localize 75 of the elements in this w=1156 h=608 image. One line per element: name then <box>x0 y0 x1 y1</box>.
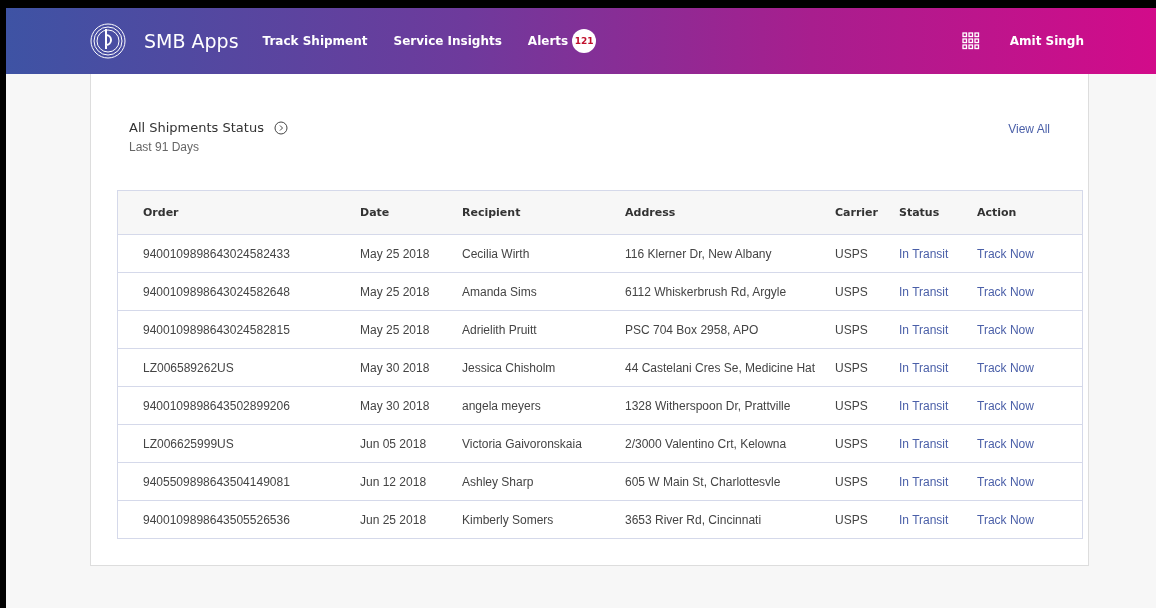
apps-grid-icon[interactable] <box>961 32 980 50</box>
table-cell: USPS <box>835 462 899 501</box>
column-header: Status <box>899 190 977 235</box>
table-cell: LZ006625999US <box>117 424 360 463</box>
table-cell: USPS <box>835 424 899 463</box>
table-cell: 9400109898643505526536 <box>117 500 360 539</box>
table-cell: LZ006589262US <box>117 348 360 387</box>
panel-title: All Shipments Status <box>129 120 264 135</box>
table-cell: Amanda Sims <box>462 272 625 311</box>
table-cell: Kimberly Somers <box>462 500 625 539</box>
status-cell: In Transit <box>899 310 977 349</box>
track-now-link[interactable]: Track Now <box>977 500 1083 539</box>
table-cell: USPS <box>835 348 899 387</box>
column-header: Recipient <box>462 190 625 235</box>
track-now-link[interactable]: Track Now <box>977 272 1083 311</box>
table-cell: angela meyers <box>462 386 625 425</box>
chevron-circle-icon[interactable] <box>273 120 288 135</box>
table-cell: USPS <box>835 386 899 425</box>
status-cell: In Transit <box>899 424 977 463</box>
track-now-link[interactable]: Track Now <box>977 386 1083 425</box>
table-cell: USPS <box>835 500 899 539</box>
track-now-link[interactable]: Track Now <box>977 462 1083 501</box>
table-cell: 6112 Whiskerbrush Rd, Argyle <box>625 272 835 311</box>
status-cell: In Transit <box>899 348 977 387</box>
view-all-link[interactable]: View All <box>1008 122 1050 190</box>
nav-link[interactable]: Alerts 121 <box>527 29 597 53</box>
table-cell: Jun 12 2018 <box>360 462 462 501</box>
table-cell: Jun 05 2018 <box>360 424 462 463</box>
track-now-link[interactable]: Track Now <box>977 234 1083 273</box>
table-cell: 2/3000 Valentino Crt, Kelowna <box>625 424 835 463</box>
table-cell: 3653 River Rd, Cincinnati <box>625 500 835 539</box>
table-cell: 9400109898643024582815 <box>117 310 360 349</box>
user-name[interactable]: Amit Singh <box>1009 34 1084 48</box>
column-header: Address <box>625 190 835 235</box>
table-cell: Cecilia Wirth <box>462 234 625 273</box>
table-cell: 44 Castelani Cres Se, Medicine Hat <box>625 348 835 387</box>
table-cell: Adrielith Pruitt <box>462 310 625 349</box>
table-cell: 9400109898643024582433 <box>117 234 360 273</box>
table-cell: May 30 2018 <box>360 386 462 425</box>
table-cell: Ashley Sharp <box>462 462 625 501</box>
table-cell: Jessica Chisholm <box>462 348 625 387</box>
table-cell: May 25 2018 <box>360 234 462 273</box>
status-cell: In Transit <box>899 500 977 539</box>
table-cell: USPS <box>835 272 899 311</box>
table-cell: 9400109898643024582648 <box>117 272 360 311</box>
track-now-link[interactable]: Track Now <box>977 424 1083 463</box>
column-header: Date <box>360 190 462 235</box>
nav-link[interactable]: Service Insights <box>393 34 502 48</box>
logo-icon <box>90 23 126 59</box>
table-cell: May 25 2018 <box>360 310 462 349</box>
column-header: Action <box>977 190 1083 235</box>
table-cell: Victoria Gaivoronskaia <box>462 424 625 463</box>
alert-count-badge: 121 <box>572 29 597 53</box>
status-cell: In Transit <box>899 462 977 501</box>
table-cell: 9400109898643502899206 <box>117 386 360 425</box>
track-now-link[interactable]: Track Now <box>977 348 1083 387</box>
table-cell: PSC 704 Box 2958, APO <box>625 310 835 349</box>
column-header: Carrier <box>835 190 899 235</box>
app-name: SMB Apps <box>144 30 239 52</box>
table-cell: 116 Klerner Dr, New Albany <box>625 234 835 273</box>
status-cell: In Transit <box>899 272 977 311</box>
table-cell: 605 W Main St, Charlottesvle <box>625 462 835 501</box>
track-now-link[interactable]: Track Now <box>977 310 1083 349</box>
column-header: Order <box>117 190 360 235</box>
table-cell: 1328 Witherspoon Dr, Prattville <box>625 386 835 425</box>
status-cell: In Transit <box>899 386 977 425</box>
table-cell: Jun 25 2018 <box>360 500 462 539</box>
table-cell: 9405509898643504149081 <box>117 462 360 501</box>
table-cell: May 25 2018 <box>360 272 462 311</box>
nav-link[interactable]: Track Shipment <box>262 34 368 48</box>
panel-subtitle: Last 91 Days <box>129 140 201 154</box>
table-cell: USPS <box>835 234 899 273</box>
status-cell: In Transit <box>899 234 977 273</box>
table-cell: May 30 2018 <box>360 348 462 387</box>
table-cell: USPS <box>835 310 899 349</box>
